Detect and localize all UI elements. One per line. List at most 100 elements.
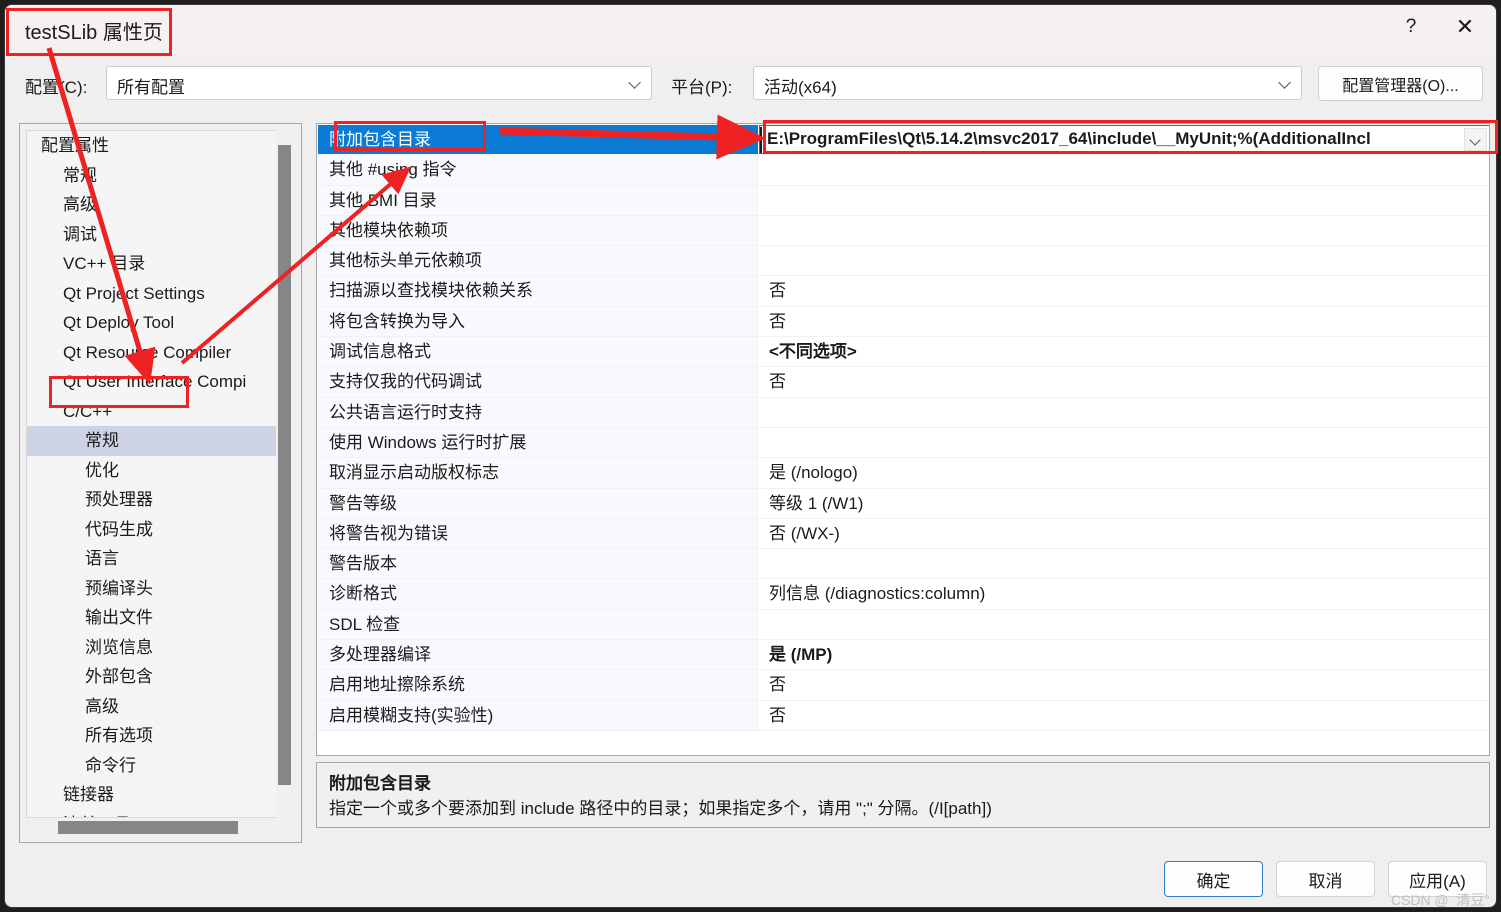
sidebar-item[interactable]: 外部包含: [27, 662, 280, 692]
sidebar-item[interactable]: 代码生成: [27, 515, 280, 545]
sidebar-item-label: Qt Resource Compiler: [63, 342, 232, 362]
property-row[interactable]: 警告版本: [318, 549, 1489, 580]
property-row[interactable]: 多处理器编译是 (/MP): [318, 640, 1489, 671]
tree-horizontal-scrollbar[interactable]: [26, 819, 281, 836]
watermark: CSDN @_清豆°: [1391, 892, 1491, 908]
tree-vertical-scrollbar[interactable]: [276, 130, 293, 818]
property-value[interactable]: 否 (/WX-): [758, 518, 1489, 549]
sidebar-item-label: 优化: [85, 460, 119, 480]
sidebar-item-label: 所有选项: [85, 726, 153, 745]
property-row[interactable]: 诊断格式 列信息 (/diagnostics:column): [318, 579, 1489, 610]
property-value[interactable]: 否: [758, 670, 1489, 700]
close-icon[interactable]: ✕: [1442, 5, 1488, 49]
property-value[interactable]: 否: [758, 276, 1489, 306]
tree-vertical-scroll-thumb[interactable]: [278, 145, 291, 785]
property-row[interactable]: 取消显示启动版权标志是 (/nologo): [318, 458, 1489, 489]
sidebar-item[interactable]: 语言: [27, 544, 280, 574]
sidebar-item-label: 高级: [85, 696, 119, 716]
property-value[interactable]: [758, 185, 1489, 215]
property-value[interactable]: 否: [758, 306, 1489, 337]
sidebar-item[interactable]: Qt Resource Compiler: [27, 338, 280, 368]
sidebar-item[interactable]: 优化: [27, 456, 280, 486]
property-row[interactable]: 启用地址擦除系统否: [318, 670, 1489, 701]
sidebar-item[interactable]: VC++ 目录: [27, 249, 280, 279]
property-row[interactable]: 其他标头单元依赖项: [318, 246, 1489, 277]
sidebar-item[interactable]: C/C++: [27, 397, 280, 427]
property-row[interactable]: SDL 检查: [318, 609, 1489, 641]
title-bar: testSLib 属性页 ? ✕: [5, 5, 1496, 57]
chevron-down-icon[interactable]: [1464, 128, 1487, 151]
configuration-manager-button[interactable]: 配置管理器(O)...: [1318, 66, 1483, 101]
sidebar-item[interactable]: 输出文件: [27, 603, 280, 633]
property-value[interactable]: [758, 609, 1489, 640]
property-row[interactable]: 其他模块依赖项: [318, 215, 1489, 247]
sidebar-item[interactable]: 预处理器: [27, 485, 280, 515]
ok-button[interactable]: 确定: [1164, 861, 1263, 897]
property-value[interactable]: [758, 246, 1489, 276]
property-row[interactable]: 将警告视为错误否 (/WX-): [318, 518, 1489, 550]
help-icon[interactable]: ?: [1388, 5, 1434, 49]
sidebar-item-label: 浏览信息: [85, 637, 153, 657]
sidebar-item[interactable]: 高级: [27, 190, 280, 220]
property-row[interactable]: 其他 BMI 目录: [318, 185, 1489, 216]
platform-value: 活动(x64): [764, 78, 837, 97]
sidebar-item-label: 命令行: [85, 755, 136, 775]
property-row[interactable]: 使用 Windows 运行时扩展: [318, 427, 1489, 459]
platform-select[interactable]: 活动(x64): [753, 66, 1302, 100]
property-value[interactable]: 是 (/MP): [758, 640, 1489, 670]
description-title: 附加包含目录: [329, 774, 431, 793]
property-name: 其他标头单元依赖项: [318, 246, 758, 276]
property-name: 其他模块依赖项: [318, 215, 758, 246]
sidebar-item[interactable]: 调试: [27, 220, 280, 250]
property-value[interactable]: <不同选项>: [758, 337, 1489, 367]
property-tree[interactable]: 配置属性 常规 高级 调试 VC++ 目录 Qt Project Settings Qt D…: [26, 130, 281, 818]
property-value[interactable]: [758, 215, 1489, 246]
property-row[interactable]: 公共语言运行时支持: [318, 397, 1489, 428]
sidebar-item[interactable]: Qt User Interface Compi: [27, 367, 280, 397]
property-value[interactable]: [758, 427, 1489, 458]
configuration-select[interactable]: 所有配置: [106, 66, 652, 100]
property-name: 将警告视为错误: [318, 518, 758, 549]
property-value[interactable]: [758, 549, 1489, 579]
sidebar-item[interactable]: 常规: [27, 426, 280, 456]
property-value[interactable]: 否: [758, 367, 1489, 397]
sidebar-item-label: Qt User Interface Compi: [63, 372, 247, 391]
property-row[interactable]: 扫描源以查找模块依赖关系否: [318, 276, 1489, 307]
description-panel: 附加包含目录 指定一个或多个要添加到 include 路径中的目录；如果指定多个…: [316, 762, 1490, 828]
sidebar-item-label: VC++ 目录: [63, 254, 146, 273]
property-row[interactable]: 其他 #using 指令: [318, 155, 1489, 186]
property-value[interactable]: [758, 155, 1489, 185]
tree-horizontal-scroll-thumb[interactable]: [58, 821, 238, 834]
property-value[interactable]: [758, 397, 1489, 427]
sidebar-item-label: Qt Project Settings: [63, 283, 205, 303]
property-value[interactable]: 列信息 (/diagnostics:column): [758, 579, 1489, 609]
property-row[interactable]: 调试信息格式 <不同选项>: [318, 337, 1489, 368]
property-pages-dialog: testSLib 属性页 ? ✕ 配置(C): 所有配置 平台(P): 活动(x…: [4, 4, 1497, 908]
property-row[interactable]: 附加包含目录 E:\ProgramFiles\Qt\5.14.2\msvc2017…: [318, 125, 1489, 156]
sidebar-item-label: 代码生成: [85, 519, 153, 539]
property-row[interactable]: 支持仅我的代码调试否: [318, 367, 1489, 398]
property-row[interactable]: 警告等级 等级 1 (/W1): [318, 488, 1489, 519]
sidebar-item[interactable]: Qt Deploy Tool: [27, 308, 280, 338]
sidebar-item[interactable]: 浏览信息: [27, 633, 280, 663]
sidebar-item[interactable]: 常规: [27, 161, 280, 191]
property-value[interactable]: 等级 1 (/W1): [758, 488, 1489, 518]
sidebar-item[interactable]: 清单工具: [27, 810, 280, 818]
sidebar-item[interactable]: 命令行: [27, 751, 280, 781]
chevron-down-icon: [1279, 76, 1292, 89]
sidebar-item[interactable]: 链接器: [27, 780, 280, 810]
sidebar-item-label: 清单工具: [63, 815, 131, 818]
property-value[interactable]: 是 (/nologo): [758, 458, 1489, 488]
property-row[interactable]: 将包含转换为导入否: [318, 306, 1489, 338]
sidebar-item-label: 预编译头: [85, 578, 153, 598]
property-value-editor[interactable]: E:\ProgramFiles\Qt\5.14.2\msvc2017_64\in…: [759, 125, 1489, 155]
property-grid[interactable]: 附加包含目录 E:\ProgramFiles\Qt\5.14.2\msvc2017…: [316, 123, 1490, 756]
sidebar-item[interactable]: 配置属性: [27, 131, 280, 161]
sidebar-item[interactable]: 所有选项: [27, 721, 280, 751]
sidebar-item[interactable]: 预编译头: [27, 574, 280, 604]
cancel-button[interactable]: 取消: [1276, 861, 1375, 897]
sidebar-item[interactable]: Qt Project Settings: [27, 279, 280, 309]
sidebar-item[interactable]: 高级: [27, 692, 280, 722]
property-row[interactable]: 启用模糊支持(实验性) 否: [318, 700, 1489, 731]
property-value[interactable]: 否: [758, 700, 1489, 730]
